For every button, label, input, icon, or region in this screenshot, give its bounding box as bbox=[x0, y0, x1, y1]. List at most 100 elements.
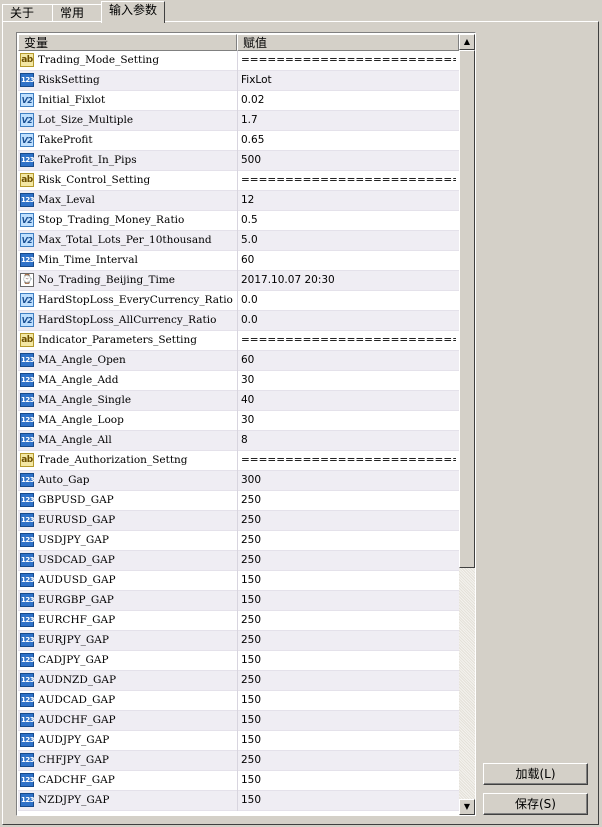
scroll-thumb[interactable] bbox=[459, 50, 475, 568]
parameters-list[interactable]: 变量 赋值 ab Trading_Mode_Setting ============… bbox=[16, 32, 476, 816]
parameter-value[interactable]: 12 bbox=[241, 191, 456, 210]
string-type-icon: ab bbox=[20, 53, 34, 67]
scroll-down-button[interactable]: ▼ bbox=[459, 799, 475, 815]
table-row[interactable]: 123 MA_Angle_Add 30 bbox=[18, 371, 459, 391]
table-row[interactable]: 123 EURCHF_GAP 250 bbox=[18, 611, 459, 631]
parameter-value[interactable]: 300 bbox=[241, 471, 456, 490]
parameter-value[interactable]: 30 bbox=[241, 411, 456, 430]
table-row[interactable]: V2 Max_Total_Lots_Per_10thousand 5.0 bbox=[18, 231, 459, 251]
table-row[interactable]: 123 USDJPY_GAP 250 bbox=[18, 531, 459, 551]
column-header-variable[interactable]: 变量 bbox=[18, 34, 237, 51]
parameter-value[interactable]: 0.02 bbox=[241, 91, 456, 110]
parameter-value[interactable]: 1.7 bbox=[241, 111, 456, 130]
column-divider bbox=[237, 731, 238, 751]
table-row[interactable]: 123 Max_Leval 12 bbox=[18, 191, 459, 211]
save-button[interactable]: 保存(S) bbox=[483, 793, 588, 815]
column-header-value[interactable]: 赋值 bbox=[237, 34, 459, 51]
table-row[interactable]: 123 Min_Time_Interval 60 bbox=[18, 251, 459, 271]
parameter-value[interactable]: 250 bbox=[241, 631, 456, 650]
parameter-value[interactable]: 60 bbox=[241, 251, 456, 270]
parameter-value[interactable]: 250 bbox=[241, 511, 456, 530]
parameter-value[interactable]: 60 bbox=[241, 351, 456, 370]
integer-type-icon: 123 bbox=[20, 573, 35, 587]
table-row[interactable]: 123 CADCHF_GAP 150 bbox=[18, 771, 459, 791]
parameter-value[interactable]: 250 bbox=[241, 491, 456, 510]
parameter-value[interactable]: 5.0 bbox=[241, 231, 456, 250]
parameter-value[interactable]: 250 bbox=[241, 751, 456, 770]
table-row[interactable]: 123 EURJPY_GAP 250 bbox=[18, 631, 459, 651]
table-row[interactable]: 123 MA_Angle_Open 60 bbox=[18, 351, 459, 371]
parameter-value[interactable]: FixLot bbox=[241, 71, 456, 90]
parameter-value[interactable]: ============================ bbox=[241, 171, 456, 190]
table-row[interactable]: 123 NZDJPY_GAP 150 bbox=[18, 791, 459, 811]
table-row[interactable]: 123 EURUSD_GAP 250 bbox=[18, 511, 459, 531]
parameter-value[interactable]: ============================ bbox=[241, 51, 456, 70]
tab-common[interactable]: 常用 bbox=[52, 4, 102, 22]
table-row[interactable]: 123 MA_Angle_Single 40 bbox=[18, 391, 459, 411]
parameter-value[interactable]: 250 bbox=[241, 531, 456, 550]
parameter-value[interactable]: 150 bbox=[241, 651, 456, 670]
table-row[interactable]: ab Indicator_Parameters_Setting ==========… bbox=[18, 331, 459, 351]
table-row[interactable]: V2 Initial_Fixlot 0.02 bbox=[18, 91, 459, 111]
table-row[interactable]: 123 TakeProfit_In_Pips 500 bbox=[18, 151, 459, 171]
parameter-value[interactable]: 150 bbox=[241, 731, 456, 750]
parameter-value[interactable]: 30 bbox=[241, 371, 456, 390]
table-row[interactable]: V2 TakeProfit 0.65 bbox=[18, 131, 459, 151]
parameter-value[interactable]: 150 bbox=[241, 791, 456, 810]
scroll-up-button[interactable]: ▲ bbox=[459, 34, 475, 50]
parameter-name: MA_Angle_All bbox=[38, 434, 112, 446]
table-row[interactable]: 123 CADJPY_GAP 150 bbox=[18, 651, 459, 671]
tab-input-parameters[interactable]: 输入参数 bbox=[101, 1, 165, 23]
table-row[interactable]: 123 USDCAD_GAP 250 bbox=[18, 551, 459, 571]
parameter-value[interactable]: 250 bbox=[241, 611, 456, 630]
parameter-name: NZDJPY_GAP bbox=[38, 794, 110, 806]
parameter-value[interactable]: 150 bbox=[241, 691, 456, 710]
table-row[interactable]: 123 AUDCAD_GAP 150 bbox=[18, 691, 459, 711]
table-row[interactable]: 123 Auto_Gap 300 bbox=[18, 471, 459, 491]
table-row[interactable]: V2 HardStopLoss_AllCurrency_Ratio 0.0 bbox=[18, 311, 459, 331]
load-button[interactable]: 加载(L) bbox=[483, 763, 588, 785]
parameter-value[interactable]: 250 bbox=[241, 551, 456, 570]
parameter-value[interactable]: 250 bbox=[241, 671, 456, 690]
parameter-value[interactable]: 150 bbox=[241, 771, 456, 790]
table-row[interactable]: ab Trading_Mode_Setting ==================… bbox=[18, 51, 459, 71]
double-type-icon: V2 bbox=[20, 213, 34, 227]
parameter-name: Auto_Gap bbox=[38, 474, 90, 486]
parameter-value[interactable]: 0.5 bbox=[241, 211, 456, 230]
tab-about[interactable]: 关于 bbox=[2, 4, 53, 22]
parameter-value[interactable]: ============================ bbox=[241, 451, 456, 470]
table-row[interactable]: 123 AUDJPY_GAP 150 bbox=[18, 731, 459, 751]
parameter-value[interactable]: 0.0 bbox=[241, 291, 456, 310]
integer-type-icon: 123 bbox=[20, 473, 35, 487]
table-row[interactable]: V2 Lot_Size_Multiple 1.7 bbox=[18, 111, 459, 131]
parameter-value[interactable]: 500 bbox=[241, 151, 456, 170]
table-row[interactable]: 123 CHFJPY_GAP 250 bbox=[18, 751, 459, 771]
parameter-value[interactable]: 150 bbox=[241, 591, 456, 610]
parameter-value[interactable]: 150 bbox=[241, 571, 456, 590]
parameter-value[interactable]: 8 bbox=[241, 431, 456, 450]
table-row[interactable]: 123 RiskSetting FixLot bbox=[18, 71, 459, 91]
table-row[interactable]: 123 EURGBP_GAP 150 bbox=[18, 591, 459, 611]
table-row[interactable]: 123 AUDUSD_GAP 150 bbox=[18, 571, 459, 591]
parameter-value[interactable]: 0.0 bbox=[241, 311, 456, 330]
table-row[interactable]: 123 AUDNZD_GAP 250 bbox=[18, 671, 459, 691]
parameter-value[interactable]: 2017.10.07 20:30 bbox=[241, 271, 456, 290]
table-row[interactable]: 123 AUDCHF_GAP 150 bbox=[18, 711, 459, 731]
table-row[interactable]: V2 HardStopLoss_EveryCurrency_Ratio 0.0 bbox=[18, 291, 459, 311]
parameter-value[interactable]: ============================ bbox=[241, 331, 456, 350]
string-type-icon: ab bbox=[20, 173, 34, 187]
parameter-value[interactable]: 0.65 bbox=[241, 131, 456, 150]
parameter-value[interactable]: 40 bbox=[241, 391, 456, 410]
table-row[interactable]: ⌚ No_Trading_Beijing_Time 2017.10.07 20:30 bbox=[18, 271, 459, 291]
table-row[interactable]: ab Trade_Authorization_Settng ============… bbox=[18, 451, 459, 471]
column-divider bbox=[237, 571, 238, 591]
table-row[interactable]: V2 Stop_Trading_Money_Ratio 0.5 bbox=[18, 211, 459, 231]
integer-type-icon: 123 bbox=[20, 253, 35, 267]
parameter-rows: ab Trading_Mode_Setting ==================… bbox=[18, 51, 459, 811]
table-row[interactable]: 123 MA_Angle_Loop 30 bbox=[18, 411, 459, 431]
table-row[interactable]: ab Risk_Control_Setting ==================… bbox=[18, 171, 459, 191]
vertical-scrollbar[interactable]: ▲ ▼ bbox=[459, 34, 475, 815]
table-row[interactable]: 123 GBPUSD_GAP 250 bbox=[18, 491, 459, 511]
table-row[interactable]: 123 MA_Angle_All 8 bbox=[18, 431, 459, 451]
parameter-value[interactable]: 150 bbox=[241, 711, 456, 730]
